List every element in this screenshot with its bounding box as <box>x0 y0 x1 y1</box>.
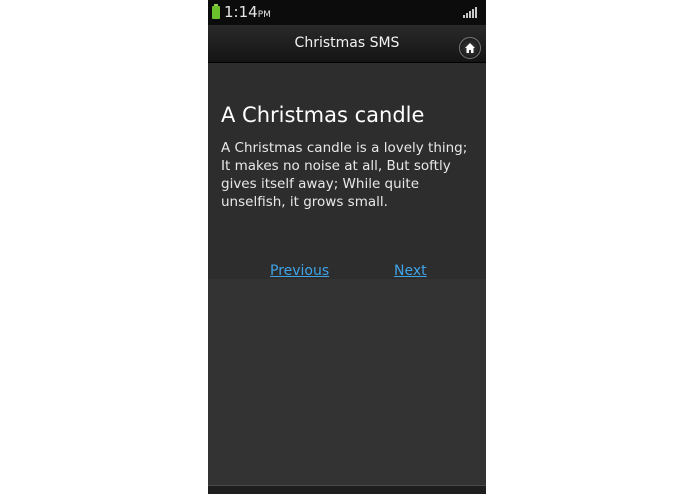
app-title: Christmas SMS <box>294 35 400 51</box>
signal-icon <box>463 7 477 18</box>
home-button[interactable] <box>459 37 481 59</box>
previous-link[interactable]: Previous <box>270 262 329 280</box>
app-header: Christmas SMS <box>208 25 486 63</box>
sms-title: A Christmas candle <box>221 103 425 127</box>
status-time: 1:14PM <box>224 3 271 24</box>
status-time-ampm: PM <box>257 10 271 20</box>
battery-icon <box>212 4 220 19</box>
status-bar: 1:14PM <box>208 0 486 25</box>
home-icon <box>465 43 475 53</box>
sms-content: A Christmas candle A Christmas candle is… <box>208 63 486 279</box>
empty-area <box>208 279 486 485</box>
bottom-bar <box>208 485 486 494</box>
phone-screen: 1:14PM Christmas SMS A Christmas candle … <box>208 0 486 494</box>
next-link[interactable]: Next <box>394 262 427 280</box>
sms-body: A Christmas candle is a lovely thing; It… <box>221 140 468 210</box>
status-time-value: 1:14 <box>224 3 258 21</box>
